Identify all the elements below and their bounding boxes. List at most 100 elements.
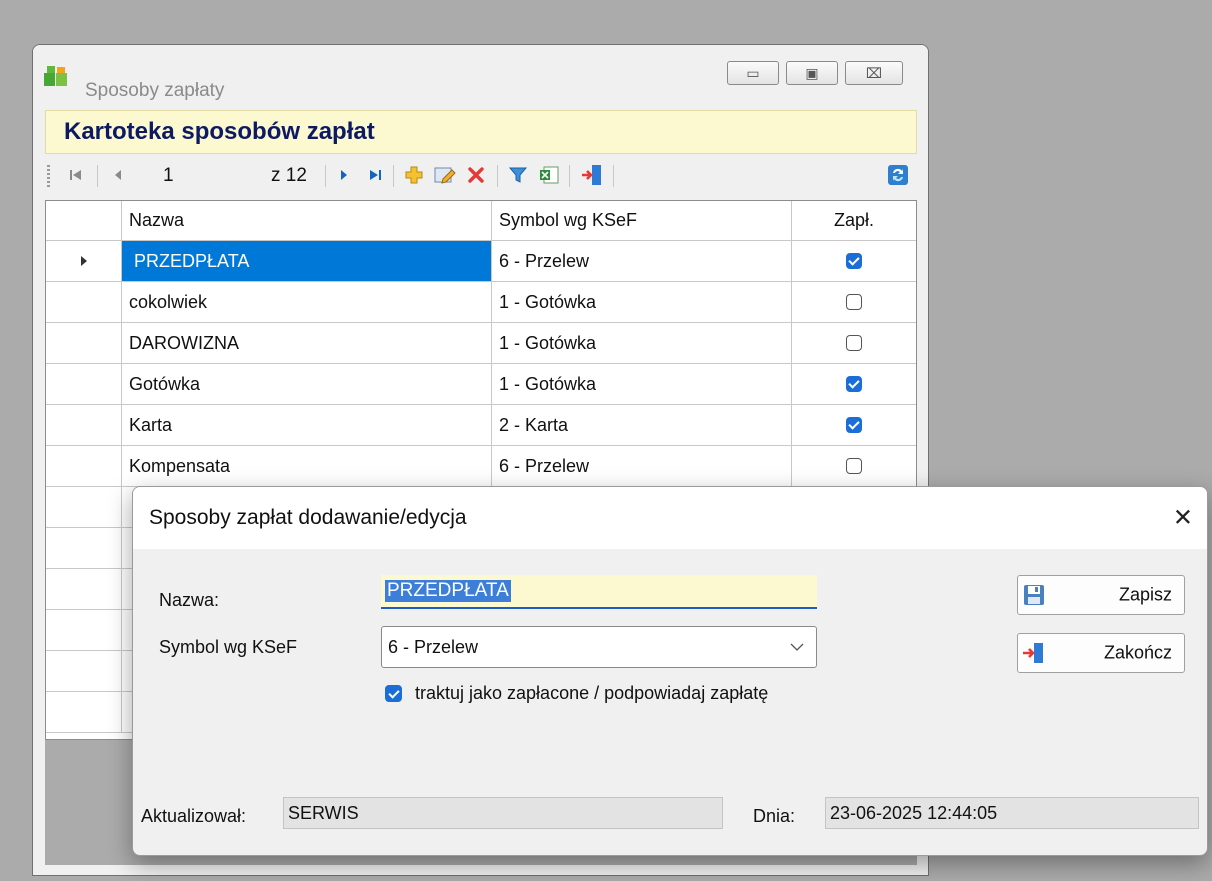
name-input[interactable]: PRZEDPŁATA [381,575,817,609]
maximize-icon: ▣ [805,64,819,81]
excel-icon [540,166,559,184]
row-selector[interactable] [46,323,122,363]
paid-checkbox[interactable] [385,685,402,702]
paid-checkbox[interactable] [846,253,862,269]
row-selector[interactable] [46,405,122,445]
next-icon [341,170,347,180]
row-selector[interactable] [46,282,122,322]
first-record-button[interactable] [63,161,89,189]
paid-checkbox-label[interactable]: traktuj jako zapłacone / podpowiadaj zap… [415,683,768,704]
paid-checkbox[interactable] [846,376,862,392]
toolbar-grip[interactable] [47,165,50,187]
page-title: Kartoteka sposobów zapłat [64,118,375,145]
cell-symbol[interactable]: 6 - Przelew [492,241,792,281]
cell-nazwa[interactable]: Gotówka [122,364,492,404]
exit-button[interactable] [577,161,607,189]
paid-checkbox[interactable] [846,335,862,351]
delete-icon [468,167,484,183]
cell-symbol[interactable]: 1 - Gotówka [492,364,792,404]
first-icon [70,170,81,180]
cell-zapl[interactable] [792,446,916,486]
cell-symbol[interactable]: 1 - Gotówka [492,282,792,322]
table-row[interactable]: Gotówka 1 - Gotówka [46,364,916,405]
prev-icon [115,170,121,180]
updated-by-label: Aktualizował: [141,806,247,826]
add-button[interactable] [401,161,427,189]
column-header-zapl[interactable]: Zapł. [792,201,916,240]
edit-dialog: Sposoby zapłat dodawanie/edycja ✕ Nazwa:… [132,486,1208,856]
dialog-titlebar[interactable]: Sposoby zapłat dodawanie/edycja ✕ [133,487,1207,549]
name-input-value: PRZEDPŁATA [385,580,511,602]
cell-nazwa[interactable]: Karta [122,405,492,445]
column-header-symbol[interactable]: Symbol wg KSeF [492,201,792,240]
row-selector[interactable] [46,692,122,732]
symbol-select-value: 6 - Przelew [388,636,479,657]
current-row-icon [80,256,87,266]
finish-button-label: Zakończ [1103,642,1172,663]
date-field: 23-06-2025 12:44:05 [825,797,1199,829]
cell-symbol[interactable]: 6 - Przelew [492,446,792,486]
table-row[interactable]: PRZEDPŁATA 6 - Przelew [46,241,916,282]
paid-checkbox[interactable] [846,417,862,433]
symbol-label: Symbol wg KSeF [159,637,298,657]
close-window-button[interactable]: ⌧ [845,61,903,85]
edit-button[interactable] [431,161,459,189]
excel-export-button[interactable] [535,161,563,189]
refresh-button[interactable] [883,161,913,189]
save-button[interactable]: Zapisz [1017,575,1185,615]
paid-checkbox[interactable] [846,458,862,474]
table-row[interactable]: Karta 2 - Karta [46,405,916,446]
floppy-disk-icon [1024,585,1044,605]
cell-zapl[interactable] [792,405,916,445]
record-position-input[interactable]: 1 [163,162,253,189]
finish-button[interactable]: Zakończ [1017,633,1185,673]
cell-nazwa[interactable]: PRZEDPŁATA [122,241,492,281]
delete-button[interactable] [463,161,489,189]
exit-icon [582,165,601,185]
row-selector[interactable] [46,241,122,281]
table-row[interactable]: Kompensata 6 - Przelew [46,446,916,487]
row-selector[interactable] [46,528,122,568]
table-row[interactable]: DAROWIZNA 1 - Gotówka [46,323,916,364]
minimize-icon: ▭ [746,64,760,81]
window-title: Sposoby zapłaty [85,80,225,101]
symbol-select[interactable]: 6 - Przelew [381,626,817,668]
close-icon: ⌧ [865,64,883,81]
cell-nazwa[interactable]: cokolwiek [122,282,492,322]
paid-checkbox[interactable] [846,294,862,310]
table-row[interactable]: cokolwiek 1 - Gotówka [46,282,916,323]
filter-icon [508,167,528,183]
dialog-title: Sposoby zapłat dodawanie/edycja [149,506,467,529]
cell-symbol[interactable]: 2 - Karta [492,405,792,445]
cell-zapl[interactable] [792,241,916,281]
next-record-button[interactable] [333,161,355,189]
column-header-nazwa[interactable]: Nazwa [122,201,492,240]
cell-zapl[interactable] [792,364,916,404]
row-selector[interactable] [46,446,122,486]
exit-door-icon [1023,643,1043,663]
edit-icon [434,167,456,184]
row-selector[interactable] [46,610,122,650]
row-selector[interactable] [46,364,122,404]
updated-by-field: SERWIS [283,797,723,829]
row-selector[interactable] [46,569,122,609]
window-titlebar[interactable]: Sposoby zapłaty ▭ ▣ ⌧ [33,45,928,107]
filter-button[interactable] [505,161,531,189]
cell-nazwa[interactable]: DAROWIZNA [122,323,492,363]
cell-nazwa[interactable]: Kompensata [122,446,492,486]
cell-zapl[interactable] [792,282,916,322]
maximize-button[interactable]: ▣ [786,61,838,85]
prev-record-button[interactable] [107,161,129,189]
puzzle-app-icon [44,66,67,86]
row-header-corner [46,201,122,240]
cell-zapl[interactable] [792,323,916,363]
minimize-button[interactable]: ▭ [727,61,779,85]
row-selector[interactable] [46,651,122,691]
row-selector[interactable] [46,487,122,527]
last-record-button[interactable] [363,161,387,189]
cell-symbol[interactable]: 1 - Gotówka [492,323,792,363]
header-banner: Kartoteka sposobów zapłat [45,110,917,154]
add-icon [405,166,423,184]
dialog-close-icon[interactable]: ✕ [1173,504,1193,533]
name-label: Nazwa: [159,590,220,610]
